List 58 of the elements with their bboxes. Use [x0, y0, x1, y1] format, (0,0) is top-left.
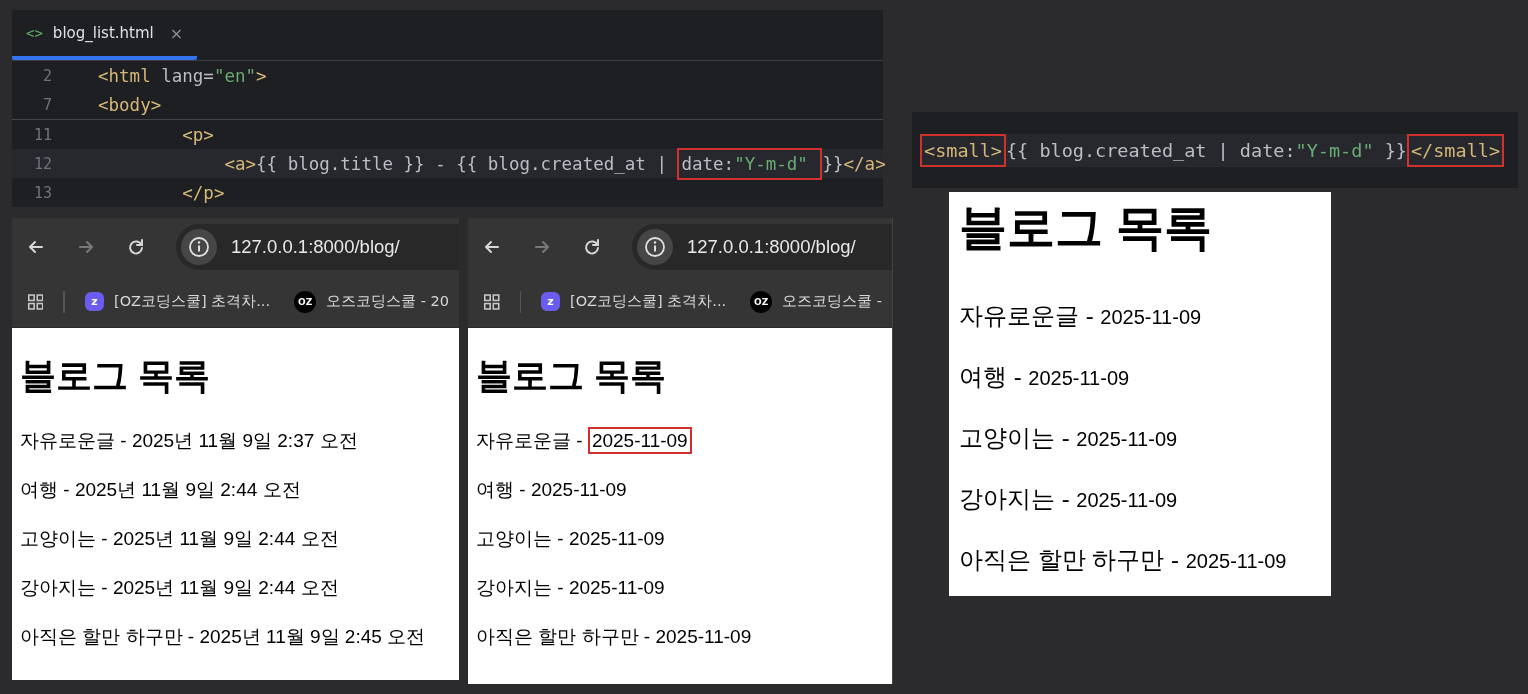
apps-grid-icon[interactable]	[28, 291, 44, 312]
code-line: <html lang="en">	[98, 65, 267, 86]
code-line: </p>	[181, 182, 225, 203]
bookmark[interactable]: OZ 오즈코딩스쿨 -	[750, 290, 882, 313]
bookmark[interactable]: z [OZ코딩스쿨] 초격차...	[85, 292, 271, 311]
highlight-box: </small>	[1406, 133, 1505, 167]
blog-link[interactable]: 강아지는 -	[476, 577, 569, 598]
address-bar[interactable]: 127.0.0.1:8000/blog/	[632, 224, 892, 270]
post-date: 2025년 11월 9일 2:44 오전	[112, 577, 339, 598]
post-date: 2025-11-09	[1185, 550, 1287, 572]
post-date: 2025년 11월 9일 2:44 오전	[74, 479, 301, 500]
blog-link[interactable]: 강아지는 -	[20, 577, 113, 598]
post-date: 2025-11-09	[587, 427, 692, 454]
page-heading: 블로그 목록	[20, 354, 211, 398]
highlight-box: <small>	[920, 133, 1006, 167]
file-tab[interactable]: <> blog_list.html ×	[12, 10, 198, 60]
blog-link[interactable]: 고양이는 -	[20, 528, 113, 549]
post-date: 2025-11-09	[568, 528, 665, 549]
blog-link[interactable]: 아직은 할만 하구만 -	[959, 546, 1186, 573]
info-icon[interactable]	[181, 229, 217, 265]
blog-link[interactable]: 여행 -	[20, 479, 75, 500]
post-date: 2025-11-09	[530, 479, 627, 500]
highlight-box: date:"Y-m-d"	[677, 147, 823, 180]
post-date: 2025년 11월 9일 2:44 오전	[112, 528, 339, 549]
blog-link[interactable]: 자유로운글 -	[476, 430, 588, 451]
line-number: 13	[32, 183, 52, 202]
code-line: <p>	[181, 124, 214, 145]
blog-link[interactable]: 아직은 할만 하구만 -	[20, 626, 200, 647]
blog-link[interactable]: 강아지는 -	[959, 485, 1077, 512]
post-date: 2025-11-09	[1076, 428, 1178, 450]
line-number: 7	[41, 95, 52, 114]
info-icon[interactable]	[637, 229, 673, 265]
line-number: 2	[41, 66, 52, 85]
blog-link[interactable]: 여행 -	[476, 479, 531, 500]
blog-link[interactable]: 자유로운글 -	[20, 430, 132, 451]
page-heading: 블로그 목록	[476, 354, 667, 398]
post-date: 2025년 11월 9일 2:37 오전	[131, 430, 358, 451]
blog-link[interactable]: 자유로운글 -	[959, 302, 1101, 329]
post-date: 2025-11-09	[568, 577, 665, 598]
reload-icon[interactable]	[582, 237, 602, 257]
blog-link[interactable]: 아직은 할만 하구만 -	[476, 626, 656, 647]
post-date: 2025-11-09	[1076, 489, 1178, 511]
post-date: 2025-11-09	[655, 626, 752, 647]
post-date: 2025-11-09	[1028, 367, 1130, 389]
blog-link[interactable]: 고양이는 -	[476, 528, 569, 549]
post-date: 2025-11-09	[1100, 306, 1202, 328]
line-number: 11	[32, 125, 52, 144]
bookmark[interactable]: OZ 오즈코딩스쿨 - 20	[294, 290, 449, 313]
bookmark[interactable]: z [OZ코딩스쿨] 초격차...	[541, 292, 727, 311]
page-heading: 블로그 목록	[959, 200, 1214, 256]
address-bar[interactable]: 127.0.0.1:8000/blog/	[176, 224, 459, 270]
post-date: 2025년 11월 9일 2:45 오전	[199, 626, 426, 647]
blog-link[interactable]: 여행 -	[959, 363, 1029, 390]
reload-icon[interactable]	[126, 237, 146, 257]
code-line: <body>	[98, 94, 162, 115]
line-number: 12	[32, 154, 52, 173]
blog-link[interactable]: 고양이는 -	[959, 424, 1077, 451]
apps-grid-icon[interactable]	[484, 291, 500, 312]
